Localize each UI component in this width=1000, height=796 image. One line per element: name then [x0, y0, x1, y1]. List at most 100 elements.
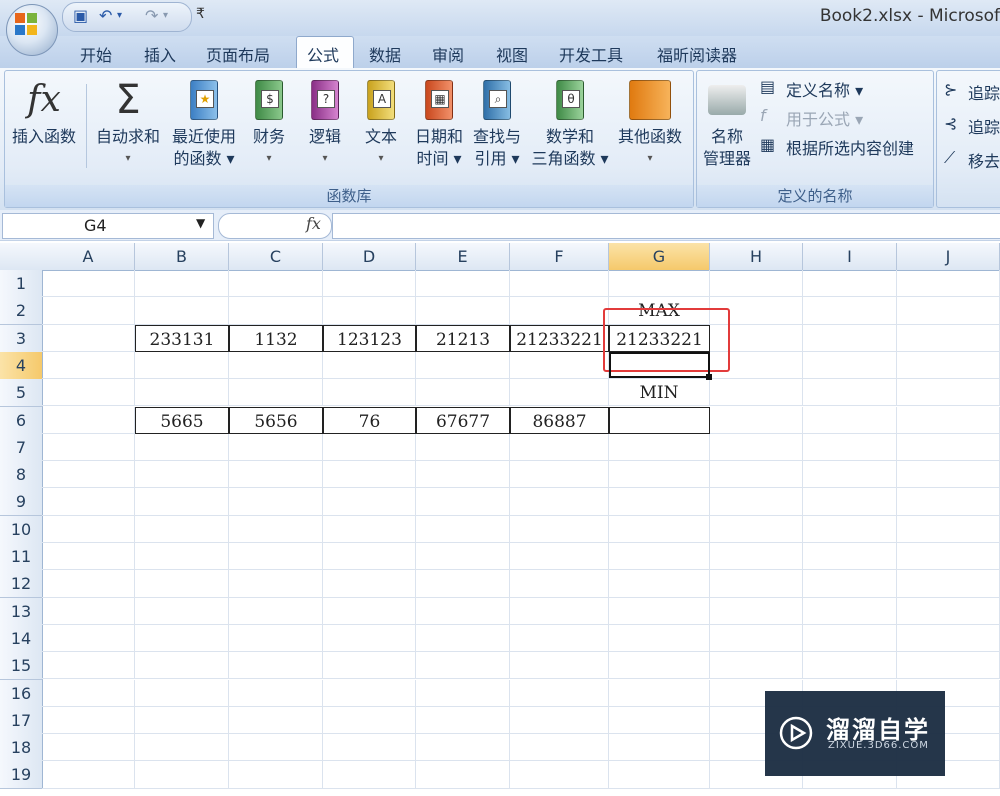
undo-icon[interactable]: ↶ — [99, 6, 112, 26]
cell-b18[interactable] — [135, 734, 229, 762]
cell-c2[interactable] — [229, 297, 323, 325]
row-header-4[interactable]: 4 — [0, 351, 43, 380]
cell-f19[interactable] — [510, 761, 609, 789]
cell-c11[interactable] — [229, 543, 323, 571]
cell-e3[interactable]: 21213 — [416, 324, 510, 352]
row-header-19[interactable]: 19 — [0, 761, 43, 790]
cell-e5[interactable] — [416, 379, 510, 407]
cell-g7[interactable] — [609, 433, 710, 462]
cell-f3[interactable]: 21233221 — [510, 324, 609, 352]
cell-i6[interactable] — [803, 406, 897, 434]
row-header-17[interactable]: 17 — [0, 706, 43, 735]
cell-h11[interactable] — [710, 543, 803, 571]
create-from-selection-button[interactable]: 根据所选内容创建 — [786, 135, 914, 159]
cell-b6[interactable]: 5665 — [135, 406, 229, 434]
cell-f4[interactable] — [510, 351, 609, 380]
row-header-9[interactable]: 9 — [0, 488, 43, 517]
cell-d16[interactable] — [323, 679, 416, 707]
cell-a15[interactable] — [42, 652, 135, 680]
cell-f9[interactable] — [510, 488, 609, 516]
cell-j13[interactable] — [897, 597, 1000, 625]
cell-d2[interactable] — [323, 297, 416, 325]
cell-a9[interactable] — [42, 488, 135, 516]
cell-g10[interactable] — [609, 515, 710, 543]
cell-c14[interactable] — [229, 624, 323, 653]
row-header-12[interactable]: 12 — [0, 570, 43, 599]
cell-b4[interactable] — [135, 351, 229, 380]
redo-dropdown-icon[interactable]: ▾ — [163, 6, 168, 26]
cell-j4[interactable] — [897, 351, 1000, 380]
cell-b12[interactable] — [135, 570, 229, 598]
cell-i5[interactable] — [803, 379, 897, 407]
column-header-d[interactable]: D — [323, 243, 416, 271]
cell-d14[interactable] — [323, 624, 416, 653]
cell-h13[interactable] — [710, 597, 803, 625]
cell-e16[interactable] — [416, 679, 510, 707]
select-all-corner[interactable] — [0, 243, 43, 271]
cell-e12[interactable] — [416, 570, 510, 598]
cell-e18[interactable] — [416, 734, 510, 762]
cell-b17[interactable] — [135, 706, 229, 735]
cell-f2[interactable] — [510, 297, 609, 325]
cell-i9[interactable] — [803, 488, 897, 516]
cell-c13[interactable] — [229, 597, 323, 625]
cell-e11[interactable] — [416, 543, 510, 571]
more-functions-button[interactable]: 其他函数 ▾ — [612, 74, 688, 170]
cell-b3[interactable]: 233131 — [135, 324, 229, 352]
cell-a18[interactable] — [42, 734, 135, 762]
cell-a6[interactable] — [42, 406, 135, 434]
row-header-1[interactable]: 1 — [0, 270, 43, 298]
cell-f15[interactable] — [510, 652, 609, 680]
cell-g13[interactable] — [609, 597, 710, 625]
cell-g14[interactable] — [609, 624, 710, 653]
cell-d7[interactable] — [323, 433, 416, 462]
cell-b1[interactable] — [135, 270, 229, 298]
cell-e2[interactable] — [416, 297, 510, 325]
cell-f10[interactable] — [510, 515, 609, 543]
name-box[interactable] — [2, 213, 214, 239]
cell-d9[interactable] — [323, 488, 416, 516]
cell-j15[interactable] — [897, 652, 1000, 680]
cell-b2[interactable] — [135, 297, 229, 325]
define-name-button[interactable]: 定义名称 ▾ — [786, 77, 863, 101]
tab-view[interactable]: 视图 — [496, 42, 528, 66]
cell-j6[interactable] — [897, 406, 1000, 434]
cell-d13[interactable] — [323, 597, 416, 625]
cell-j5[interactable] — [897, 379, 1000, 407]
cell-c19[interactable] — [229, 761, 323, 789]
cell-h5[interactable] — [710, 379, 803, 407]
cell-d12[interactable] — [323, 570, 416, 598]
column-header-c[interactable]: C — [229, 243, 323, 271]
tab-page-layout[interactable]: 页面布局 — [206, 42, 270, 66]
cell-a11[interactable] — [42, 543, 135, 571]
active-cell-g4[interactable] — [609, 352, 710, 378]
cell-e8[interactable] — [416, 461, 510, 489]
row-header-11[interactable]: 11 — [0, 543, 43, 571]
cell-b11[interactable] — [135, 543, 229, 571]
column-header-a[interactable]: A — [42, 243, 135, 271]
cell-h8[interactable] — [710, 461, 803, 489]
fill-handle[interactable] — [706, 374, 712, 380]
cell-i8[interactable] — [803, 461, 897, 489]
cell-a4[interactable] — [42, 351, 135, 380]
cell-e15[interactable] — [416, 652, 510, 680]
cell-d3[interactable]: 123123 — [323, 324, 416, 352]
cell-g8[interactable] — [609, 461, 710, 489]
cell-i10[interactable] — [803, 515, 897, 543]
row-header-10[interactable]: 10 — [0, 515, 43, 544]
cell-i2[interactable] — [803, 297, 897, 325]
cell-e13[interactable] — [416, 597, 510, 625]
column-header-b[interactable]: B — [135, 243, 229, 271]
cell-a19[interactable] — [42, 761, 135, 789]
cell-h12[interactable] — [710, 570, 803, 598]
cell-f6[interactable]: 86887 — [510, 406, 609, 434]
cell-d5[interactable] — [323, 379, 416, 407]
row-header-8[interactable]: 8 — [0, 461, 43, 490]
cell-d1[interactable] — [323, 270, 416, 298]
cell-j2[interactable] — [897, 297, 1000, 325]
cell-c16[interactable] — [229, 679, 323, 707]
cell-f18[interactable] — [510, 734, 609, 762]
row-header-7[interactable]: 7 — [0, 433, 43, 462]
column-header-f[interactable]: F — [510, 243, 609, 271]
column-header-j[interactable]: J — [897, 243, 1000, 271]
